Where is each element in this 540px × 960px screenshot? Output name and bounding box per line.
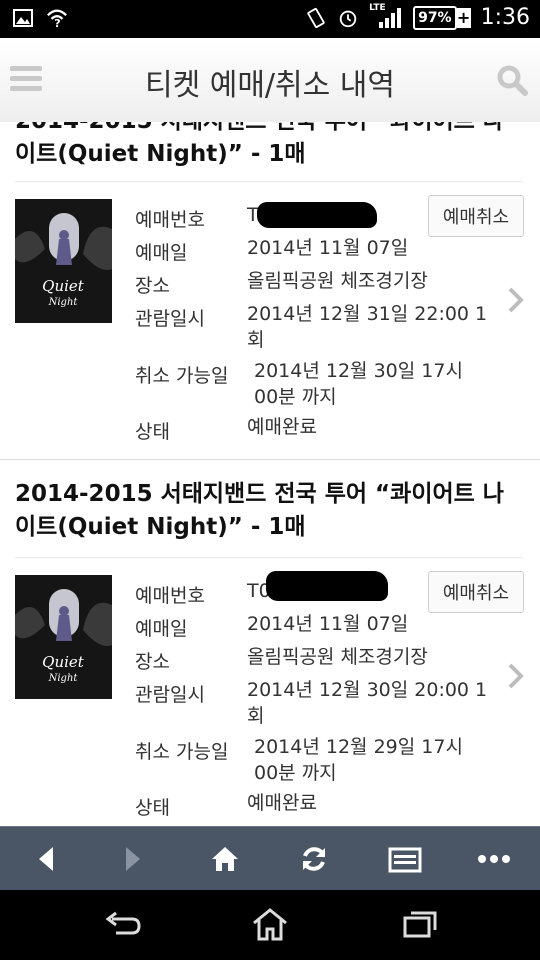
home-icon[interactable] <box>205 841 245 877</box>
venue-label: 장소 <box>135 651 170 673</box>
chevron-right-icon[interactable] <box>505 662 527 690</box>
divider <box>15 181 522 182</box>
show-date-value: 2014년 12월 30일 20:00 1 회 <box>247 677 487 729</box>
app-header: 티켓 예매/취소 내역 <box>0 38 540 123</box>
ticket-title-line: 2014-2015 서태지밴드 전국 투어 “콰이어트 나 <box>15 122 530 138</box>
back-icon[interactable] <box>26 841 66 877</box>
cancel-until-label: 취소 가능일 <box>135 365 229 387</box>
cancel-until-value: 2014년 12월 29일 17시 00분 까지 <box>254 734 463 786</box>
cancel-until-line: 00분 까지 <box>254 762 337 784</box>
show-date-value: 2014년 12월 31일 22:00 1 회 <box>247 301 487 353</box>
forward-icon[interactable] <box>113 841 153 877</box>
concert-poster: Quiet Night <box>15 575 112 699</box>
ticket-title-line: 2014-2015 서태지밴드 전국 투어 “콰이어트 나 <box>15 481 504 507</box>
status-value: 예매완료 <box>247 416 317 438</box>
charging-icon: + <box>456 7 471 28</box>
home-icon[interactable] <box>246 904 294 944</box>
svg-text:Night: Night <box>48 297 79 308</box>
redaction-mark <box>266 571 388 601</box>
status-label: 상태 <box>135 797 170 819</box>
status-value: 예매완료 <box>247 792 317 814</box>
booking-date-value: 2014년 11월 07일 <box>247 613 409 635</box>
ticket-title: 2014-2015 서태지밴드 전국 투어 “콰이어트 나 이트(Quiet N… <box>15 478 530 544</box>
show-date-line: 회 <box>247 329 265 351</box>
show-date-line: 2014년 12월 31일 22:00 1 <box>247 303 488 325</box>
ticket-title-line: 이트(Quiet Night)” - 1매 <box>15 514 306 540</box>
cancel-booking-button[interactable]: 예매취소 <box>428 571 524 613</box>
cancel-until-line: 00분 까지 <box>254 386 337 408</box>
booking-no-label: 예매번호 <box>135 585 205 607</box>
more-icon[interactable] <box>474 841 514 877</box>
refresh-icon[interactable] <box>294 841 334 877</box>
booking-date-label: 예매일 <box>135 618 188 640</box>
signal-icon: LTE <box>369 3 403 29</box>
status-label: 상태 <box>135 421 170 443</box>
booking-no-label: 예매번호 <box>135 209 205 231</box>
ticket-title-line: 이트(Quiet Night)” - 1매 <box>15 141 306 167</box>
search-icon[interactable] <box>496 64 528 96</box>
gallery-notification-icon <box>12 7 34 29</box>
concert-poster: Quiet Night <box>15 199 112 323</box>
battery-level: 97% <box>413 5 457 30</box>
svg-text:?: ? <box>54 17 60 29</box>
svg-text:Quiet: Quiet <box>42 653 85 671</box>
cancel-until-label: 취소 가능일 <box>135 741 229 763</box>
venue-value: 올림픽공원 체조경기장 <box>247 646 428 668</box>
svg-text:Quiet: Quiet <box>42 277 85 295</box>
show-date-line: 2014년 12월 30일 20:00 1 <box>247 679 488 701</box>
cancel-until-line: 2014년 12월 29일 17시 <box>254 736 463 758</box>
vibrate-icon <box>305 7 327 29</box>
back-icon[interactable] <box>98 904 146 944</box>
cancel-until-value: 2014년 12월 30일 17시 00분 까지 <box>254 358 463 410</box>
alarm-icon <box>337 7 359 29</box>
status-bar: ? LTE 97% + 1:36 <box>0 0 540 38</box>
clock: 1:36 <box>480 5 530 30</box>
show-date-label: 관람일시 <box>135 308 205 330</box>
card-separator <box>0 459 540 460</box>
ticket-title-partial: 2014-2015 서태지밴드 전국 투어 “콰이어트 나 이트(Quiet N… <box>15 122 530 171</box>
booking-date-label: 예매일 <box>135 242 188 264</box>
show-date-line: 회 <box>247 705 265 727</box>
divider <box>15 557 522 558</box>
page-title: 티켓 예매/취소 내역 <box>145 68 395 103</box>
show-date-label: 관람일시 <box>135 684 205 706</box>
redaction-mark <box>257 202 377 228</box>
venue-value: 올림픽공원 체조경기장 <box>247 270 428 292</box>
ticket-list: 2014-2015 서태지밴드 전국 투어 “콰이어트 나 이트(Quiet N… <box>0 122 540 826</box>
booking-date-value: 2014년 11월 07일 <box>247 237 409 259</box>
browser-toolbar <box>0 826 540 891</box>
venue-label: 장소 <box>135 275 170 297</box>
cancel-until-line: 2014년 12월 30일 17시 <box>254 360 463 382</box>
recent-apps-icon[interactable] <box>396 904 444 944</box>
tabs-icon[interactable] <box>385 841 425 877</box>
svg-text:Night: Night <box>48 673 79 684</box>
system-nav-bar <box>0 890 540 960</box>
cancel-booking-button[interactable]: 예매취소 <box>428 195 524 237</box>
chevron-right-icon[interactable] <box>505 286 527 314</box>
wifi-question-icon: ? <box>46 7 68 29</box>
